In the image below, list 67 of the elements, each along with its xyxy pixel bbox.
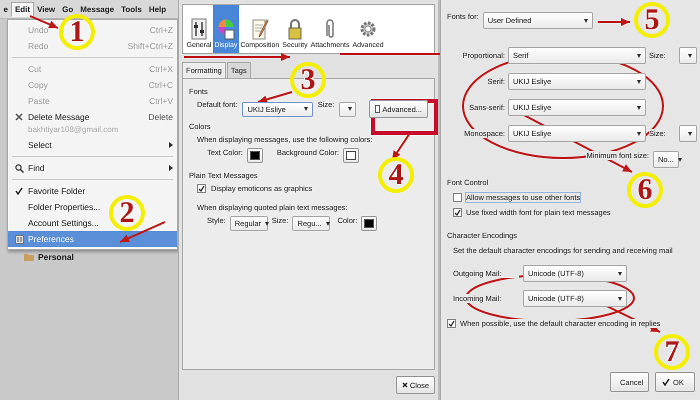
submenu-arrow-icon bbox=[169, 142, 173, 148]
dropdown[interactable] bbox=[679, 125, 697, 142]
menubar-item[interactable]: Tools bbox=[118, 2, 146, 16]
caret-icon bbox=[326, 222, 330, 226]
checkbox[interactable] bbox=[453, 208, 462, 217]
step-number-badge: 1 bbox=[59, 14, 95, 50]
menubar-item[interactable]: e bbox=[0, 2, 12, 16]
menubar-item[interactable]: Help bbox=[145, 2, 170, 16]
caret-icon bbox=[688, 54, 692, 58]
step-number-badge: 6 bbox=[627, 172, 663, 208]
caret-icon bbox=[637, 80, 641, 84]
checkmark-icon bbox=[662, 378, 670, 386]
menu-item[interactable]: Select bbox=[28, 140, 52, 150]
color-picker[interactable] bbox=[246, 148, 263, 163]
step-number-badge: 5 bbox=[634, 2, 670, 38]
submenu-arrow-icon bbox=[169, 165, 173, 171]
palette-icon bbox=[216, 18, 235, 40]
arrow bbox=[258, 91, 292, 104]
checkbox[interactable] bbox=[453, 193, 462, 202]
shortcut-text: Ctrl+C bbox=[148, 80, 173, 90]
settings-panel-icon bbox=[14, 234, 24, 244]
dropdown[interactable] bbox=[679, 47, 697, 64]
menu-item[interactable]: Account Settings... bbox=[28, 218, 99, 228]
sliders-icon bbox=[190, 18, 207, 40]
shortcut-text: Shift+Ctrl+Z bbox=[128, 41, 173, 51]
caret-icon bbox=[584, 18, 588, 22]
shortcut-text: Ctrl+X bbox=[149, 64, 173, 74]
shortcut-text: Ctrl+V bbox=[149, 96, 173, 106]
menubar-item[interactable]: Message bbox=[76, 2, 118, 16]
shortcut-text: Delete bbox=[148, 112, 173, 122]
padlock-icon bbox=[286, 18, 303, 40]
arrow bbox=[598, 18, 630, 26]
menubar-item[interactable]: View bbox=[34, 2, 59, 16]
dropdown[interactable] bbox=[339, 102, 356, 116]
caret-icon bbox=[637, 132, 641, 136]
menu-item[interactable]: Delete Message bbox=[28, 112, 90, 122]
caret-icon bbox=[637, 54, 641, 58]
menu-item[interactable]: Folder Properties... bbox=[28, 202, 100, 212]
checkbox[interactable] bbox=[447, 319, 456, 328]
step-number-badge: 2 bbox=[109, 195, 145, 231]
caret-icon bbox=[678, 158, 682, 162]
arrow bbox=[120, 221, 166, 243]
menubar-item[interactable]: Go bbox=[58, 2, 77, 16]
step-number-badge: 7 bbox=[654, 334, 690, 370]
notepad-pencil-icon bbox=[250, 18, 269, 40]
menu-item[interactable]: Find bbox=[28, 163, 45, 173]
color-picker[interactable] bbox=[342, 148, 359, 163]
folder-icon bbox=[24, 253, 34, 261]
caret-icon bbox=[304, 107, 308, 111]
highlight-frame bbox=[371, 99, 438, 135]
step-number-badge: 4 bbox=[378, 157, 414, 193]
step-number-badge: 3 bbox=[290, 62, 326, 98]
menu-item[interactable]: Favorite Folder bbox=[28, 186, 86, 196]
menubar-item[interactable]: Edit bbox=[11, 2, 34, 16]
close-icon bbox=[402, 382, 408, 388]
cross-icon bbox=[15, 113, 23, 121]
color-picker[interactable] bbox=[361, 216, 378, 231]
account-email: bakhtiyar108@gmail.com bbox=[27, 125, 120, 136]
caret-icon bbox=[618, 296, 622, 300]
caret-icon bbox=[348, 107, 352, 111]
caret-icon bbox=[637, 106, 641, 110]
search-icon bbox=[14, 164, 24, 172]
caret-icon bbox=[618, 272, 622, 276]
folder-name[interactable]: Personal bbox=[38, 252, 74, 262]
checkbox[interactable] bbox=[197, 184, 206, 193]
shortcut-text: Ctrl+Z bbox=[150, 25, 173, 35]
caret-icon bbox=[688, 132, 692, 136]
